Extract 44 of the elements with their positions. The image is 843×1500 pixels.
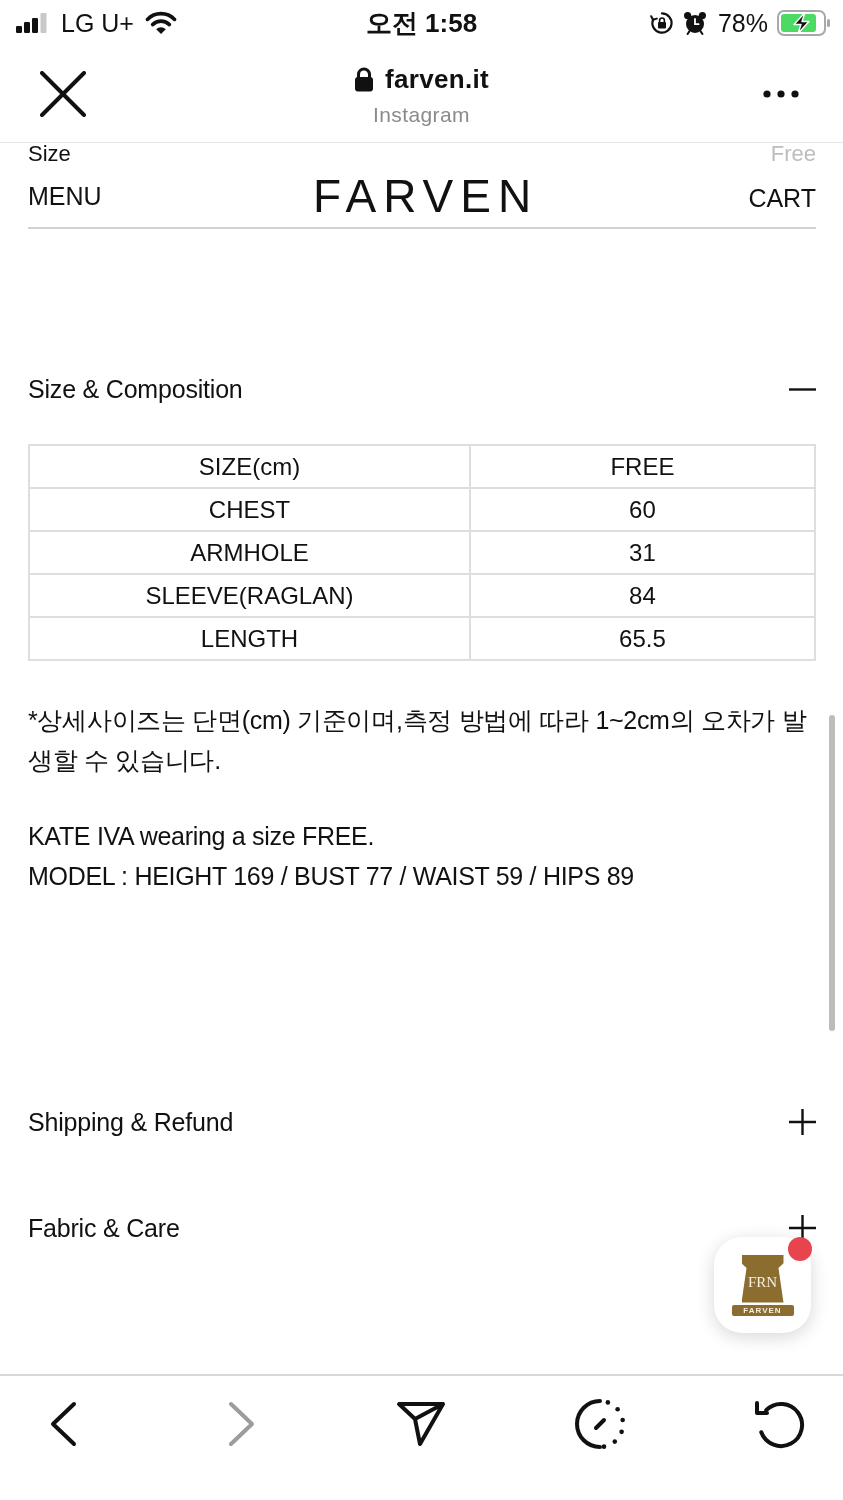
table-cell: 84 bbox=[469, 574, 815, 617]
table-cell: CHEST bbox=[29, 488, 470, 531]
floating-logo-button[interactable]: FRN FARVEN bbox=[714, 1237, 811, 1333]
table-cell: FREE bbox=[469, 445, 815, 488]
close-button[interactable] bbox=[40, 71, 86, 117]
note-text: *상세사이즈는 단면(cm) 기준이며,측정 방법에 따라 1~2cm의 오차가 발생할 수 있습니다. bbox=[28, 705, 808, 776]
size-value: Free bbox=[770, 143, 816, 165]
orientation-lock-icon bbox=[649, 11, 674, 35]
lock-icon bbox=[354, 66, 375, 92]
site-logo[interactable]: FARVEN bbox=[312, 173, 539, 219]
note-text: KATE IVA wearing a size FREE. bbox=[28, 821, 376, 852]
table-cell: ARMHOLE bbox=[29, 531, 470, 574]
table-cell: 60 bbox=[469, 488, 815, 531]
clock-time: 오전 1:58 bbox=[365, 6, 478, 40]
more-icon bbox=[763, 90, 799, 98]
scrollbar-thumb[interactable] bbox=[829, 715, 835, 1031]
wifi-icon bbox=[143, 11, 178, 35]
carrier-name: LG U+ bbox=[61, 8, 134, 38]
battery-percent: 78% bbox=[717, 8, 768, 38]
reload-icon bbox=[752, 1399, 806, 1449]
domain-name: farven.it bbox=[385, 63, 489, 95]
size-label: Size bbox=[28, 143, 71, 165]
table-cell: 31 bbox=[469, 531, 815, 574]
signal-icon bbox=[16, 13, 47, 33]
alarm-clock-icon bbox=[682, 11, 707, 35]
source-app-name: Instagram bbox=[373, 102, 470, 127]
chevron-left-icon bbox=[49, 1401, 77, 1447]
note-text: MODEL : HEIGHT 169 / BUST 77 / WAIST 59 / HIPS 89 bbox=[28, 861, 635, 892]
battery-icon bbox=[777, 10, 831, 36]
accordion-header[interactable]: Size & Composition bbox=[28, 369, 816, 409]
paper-plane-icon bbox=[396, 1401, 446, 1447]
accordion-header[interactable]: Shipping & Refund bbox=[28, 1102, 816, 1142]
more-button[interactable] bbox=[763, 90, 799, 98]
chevron-right-icon bbox=[228, 1401, 256, 1447]
table-cell: SIZE(cm) bbox=[29, 445, 470, 488]
table-cell: 65.5 bbox=[469, 617, 815, 660]
dashed-timer-icon bbox=[573, 1397, 627, 1451]
close-icon bbox=[40, 71, 86, 117]
logo-emblem: FRN bbox=[741, 1254, 784, 1303]
cart-link[interactable]: CART bbox=[748, 179, 816, 213]
logo-ribbon: FARVEN bbox=[731, 1304, 794, 1316]
menu-link[interactable]: MENU bbox=[28, 181, 102, 211]
table-cell: LENGTH bbox=[29, 617, 470, 660]
table-cell: SLEEVE(RAGLAN) bbox=[29, 574, 470, 617]
